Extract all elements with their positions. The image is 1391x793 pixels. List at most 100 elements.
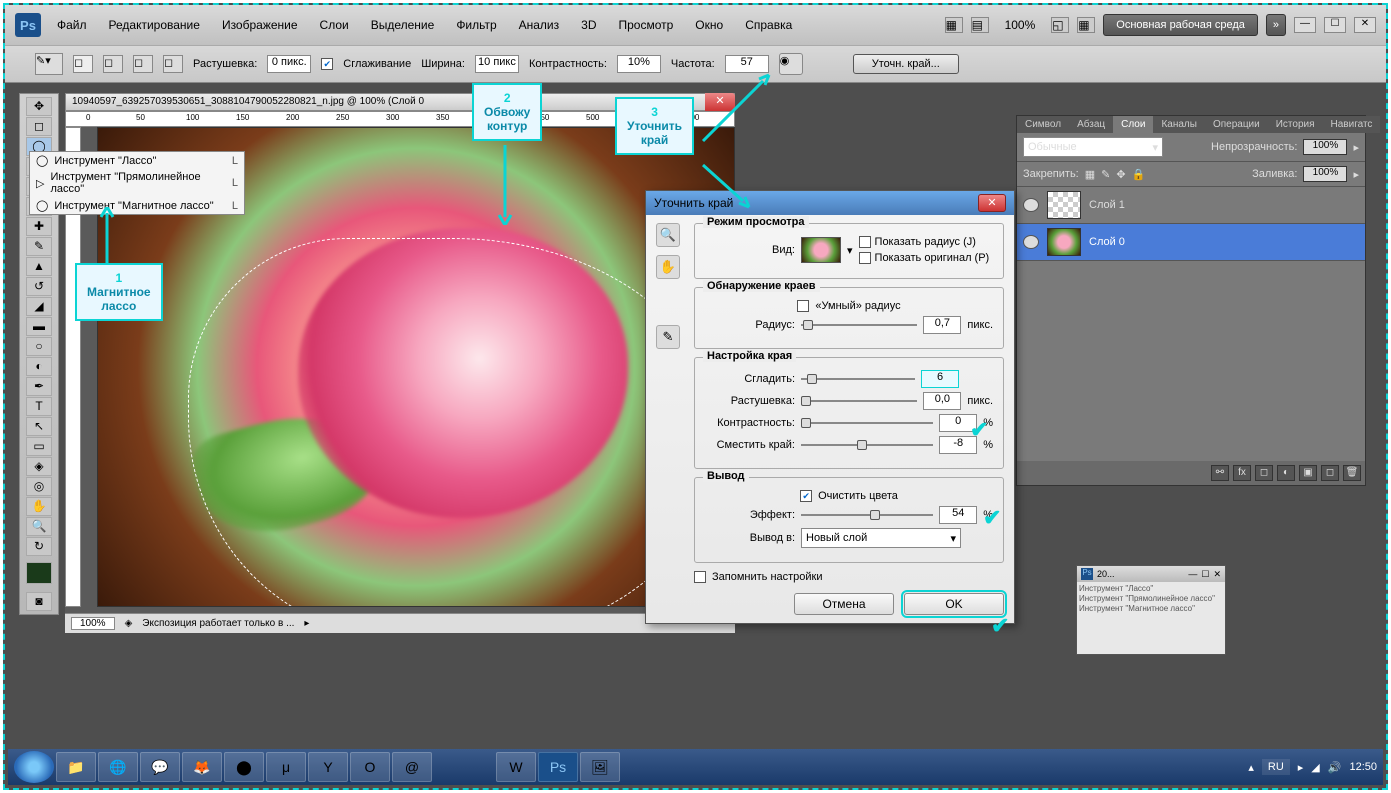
mini-maximize-icon[interactable]: ☐	[1201, 569, 1209, 580]
3d-tool[interactable]: ◈	[26, 457, 52, 476]
lock-brush-icon[interactable]: ✎	[1101, 168, 1110, 181]
taskbar-explorer-icon[interactable]: 📁	[56, 752, 96, 782]
foreground-color[interactable]	[26, 562, 52, 584]
taskbar-opera-icon[interactable]: O	[350, 752, 390, 782]
menu-view[interactable]: Просмотр	[612, 16, 679, 34]
type-tool[interactable]: T	[26, 397, 52, 416]
taskbar-skype-icon[interactable]: 💬	[140, 752, 180, 782]
selection-mode-new-icon[interactable]: ◻	[73, 55, 93, 73]
history-brush-tool[interactable]: ↺	[26, 277, 52, 296]
selection-mode-subtract-icon[interactable]: ◻	[133, 55, 153, 73]
mini-minimize-icon[interactable]: —	[1188, 569, 1197, 579]
mini-close-icon[interactable]: ✕	[1213, 569, 1221, 580]
layer-fx-icon[interactable]: fx	[1233, 465, 1251, 481]
show-original-checkbox[interactable]	[859, 252, 871, 264]
taskbar-yandex-icon[interactable]: Y	[308, 752, 348, 782]
screen-mode-icon[interactable]: ◱	[1051, 17, 1069, 33]
workspace-more[interactable]: »	[1266, 14, 1286, 36]
gradient-tool[interactable]: ▬	[26, 317, 52, 336]
menu-edit[interactable]: Редактирование	[103, 16, 206, 34]
dropdown-caret-icon[interactable]: ▾	[847, 244, 853, 257]
marquee-tool[interactable]: ◻	[26, 117, 52, 136]
link-layers-icon[interactable]: ⚯	[1211, 465, 1229, 481]
layer-name[interactable]: Слой 0	[1089, 236, 1125, 248]
taskbar-app-icon[interactable]: 🌐	[98, 752, 138, 782]
taskbar-chrome-icon[interactable]: ⬤	[224, 752, 264, 782]
lock-transparency-icon[interactable]: ▦	[1085, 168, 1095, 181]
layer-row[interactable]: Слой 1	[1017, 187, 1365, 224]
blend-mode-select[interactable]: Обычные▾	[1023, 137, 1163, 157]
tab-history[interactable]: История	[1268, 116, 1323, 133]
new-layer-icon[interactable]: ◻	[1321, 465, 1339, 481]
visibility-icon[interactable]	[1023, 235, 1039, 249]
taskbar-firefox-icon[interactable]: 🦊	[182, 752, 222, 782]
zoom-tool-icon[interactable]: 🔍	[656, 223, 680, 247]
menu-layer[interactable]: Слои	[314, 16, 355, 34]
pen-tool[interactable]: ✒	[26, 377, 52, 396]
document-close-button[interactable]: ✕	[705, 93, 735, 111]
status-arrow-icon[interactable]: ▸	[304, 618, 309, 629]
start-button[interactable]	[14, 751, 54, 783]
decontaminate-checkbox[interactable]: ✔	[800, 490, 812, 502]
tray-network-icon[interactable]: ◢	[1311, 761, 1319, 774]
tab-paragraph[interactable]: Абзац	[1069, 116, 1113, 133]
smooth-slider[interactable]	[801, 372, 915, 386]
tab-navigator[interactable]: Навигатс	[1323, 116, 1381, 133]
opacity-input[interactable]: 100%	[1303, 139, 1347, 155]
selection-mode-add-icon[interactable]: ◻	[103, 55, 123, 73]
flyout-lasso[interactable]: ◯ Инструмент "Лассо" L	[30, 152, 244, 169]
view-preview-thumbnail[interactable]	[801, 237, 841, 263]
menu-analysis[interactable]: Анализ	[513, 16, 566, 34]
maximize-button[interactable]: ☐	[1324, 17, 1346, 33]
taskbar-photoshop-icon[interactable]: Ps	[538, 752, 578, 782]
ok-button[interactable]: OK	[904, 593, 1004, 615]
hand-tool-icon[interactable]: ✋	[656, 255, 680, 279]
minimize-button[interactable]: —	[1294, 17, 1316, 33]
fill-input[interactable]: 100%	[1303, 166, 1347, 182]
fill-arrow-icon[interactable]: ▸	[1353, 168, 1359, 181]
tool-preset-icon[interactable]: ✎▾	[35, 53, 63, 75]
dodge-tool[interactable]: ◐	[26, 357, 52, 376]
tray-volume-icon[interactable]: 🔊	[1328, 761, 1342, 774]
workspace-switcher[interactable]: Основная рабочая среда	[1103, 14, 1258, 36]
bridge-icon[interactable]: ▦	[945, 17, 963, 33]
rotate-view-tool[interactable]: ↻	[26, 537, 52, 556]
remember-checkbox[interactable]	[694, 571, 706, 583]
zoom-level[interactable]: 100%	[997, 16, 1044, 34]
layer-name[interactable]: Слой 1	[1089, 199, 1125, 211]
tab-character[interactable]: Символ	[1017, 116, 1069, 133]
hand-tool[interactable]: ✋	[26, 497, 52, 516]
radius-input[interactable]: 0,7	[923, 316, 961, 334]
taskbar-word-icon[interactable]: W	[496, 752, 536, 782]
3d-camera-tool[interactable]: ◎	[26, 477, 52, 496]
menu-filter[interactable]: Фильтр	[450, 16, 502, 34]
flyout-poly-lasso[interactable]: ▷ Инструмент "Прямолинейное лассо" L	[30, 169, 244, 197]
cancel-button[interactable]: Отмена	[794, 593, 894, 615]
zoom-tool[interactable]: 🔍	[26, 517, 52, 536]
smooth-input[interactable]: 6	[921, 370, 959, 388]
width-input[interactable]: 10 пикс	[475, 55, 519, 73]
tab-channels[interactable]: Каналы	[1153, 116, 1205, 133]
layer-row[interactable]: Слой 0	[1017, 224, 1365, 261]
status-zoom[interactable]: 100%	[71, 617, 115, 630]
taskbar-utorrent-icon[interactable]: μ	[266, 752, 306, 782]
radius-slider[interactable]	[801, 318, 917, 332]
feather-input[interactable]: 0 пикс.	[267, 55, 311, 73]
taskbar-mail-icon[interactable]: @	[392, 752, 432, 782]
layer-mask-icon[interactable]: ◻	[1255, 465, 1273, 481]
tab-layers[interactable]: Слои	[1113, 116, 1153, 133]
view-extras-icon[interactable]: ▤	[971, 17, 989, 33]
move-tool[interactable]: ✥	[26, 97, 52, 116]
menu-help[interactable]: Справка	[739, 16, 798, 34]
tray-show-hidden-icon[interactable]: ▴	[1248, 761, 1254, 774]
visibility-icon[interactable]	[1023, 198, 1039, 212]
menu-3d[interactable]: 3D	[575, 16, 602, 34]
dialog-titlebar[interactable]: Уточнить край ✕	[646, 191, 1014, 215]
menu-select[interactable]: Выделение	[365, 16, 441, 34]
dialog-close-button[interactable]: ✕	[978, 194, 1006, 212]
quick-mask-icon[interactable]: ◙	[26, 592, 52, 611]
adjustment-layer-icon[interactable]: ◐	[1277, 465, 1295, 481]
tray-flag-icon[interactable]: ▸	[1298, 761, 1304, 774]
show-radius-checkbox[interactable]	[859, 236, 871, 248]
healing-tool[interactable]: ✚	[26, 217, 52, 236]
